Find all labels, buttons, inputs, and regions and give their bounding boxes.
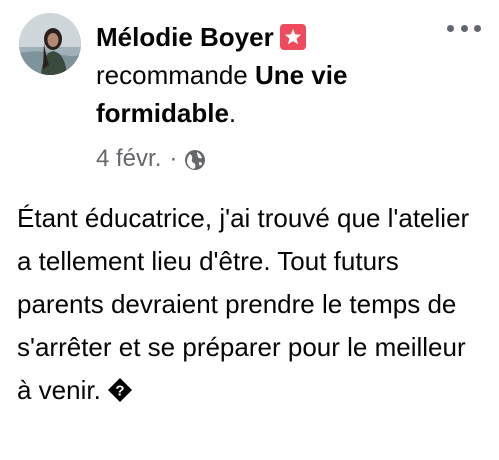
more-dot-icon: [460, 24, 468, 32]
avatar[interactable]: [19, 13, 81, 75]
author-name[interactable]: Mélodie Boyer: [96, 22, 274, 52]
more-options-button[interactable]: [447, 18, 481, 38]
avatar-photo: [19, 13, 81, 75]
post-meta: 4 févr. ·: [96, 143, 206, 175]
post-header: Mélodie Boyer recommande Une vie formida…: [96, 18, 436, 132]
star-badge-icon: [279, 24, 306, 50]
post-text: Étant éducatrice, j'ai trouvé que l'atel…: [17, 197, 487, 412]
recommendation-post: Mélodie Boyer recommande Une vie formida…: [0, 0, 499, 460]
page-suffix: .: [228, 98, 237, 128]
meta-separator: ·: [169, 145, 178, 172]
action-text: recommande: [96, 60, 248, 90]
svg-text:?: ?: [115, 383, 124, 400]
more-dot-icon: [474, 24, 481, 32]
globe-icon[interactable]: [184, 148, 206, 170]
unknown-emoji-icon: ?: [107, 373, 133, 402]
timestamp-link[interactable]: 4 févr.: [96, 143, 161, 175]
post-text-content: Étant éducatrice, j'ai trouvé que l'atel…: [17, 203, 477, 405]
more-dot-icon: [447, 24, 454, 32]
